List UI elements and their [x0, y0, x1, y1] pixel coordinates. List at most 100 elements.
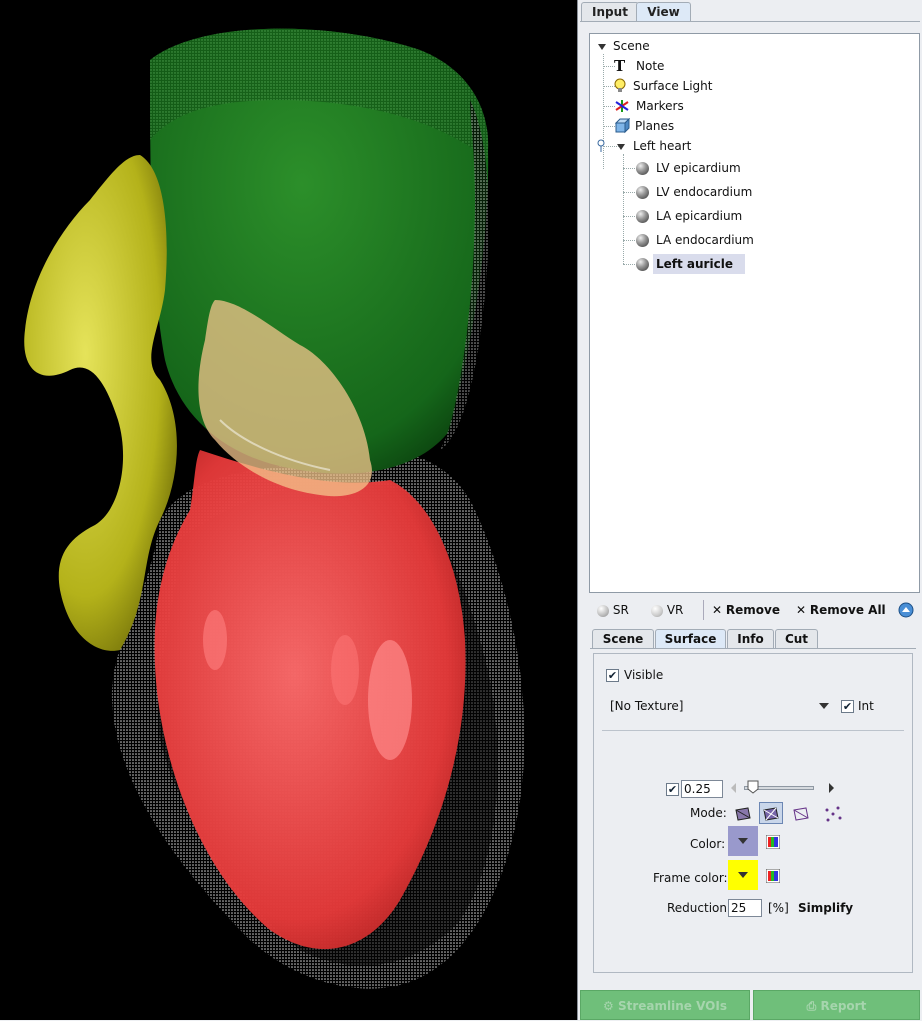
tree-node-label: Scene [613, 39, 650, 53]
tree-toolbar: SR VR ✕ Remove ✕ Remove All [589, 598, 920, 622]
tree-guide [623, 192, 635, 193]
color-label: Color: [690, 837, 726, 851]
mode-shaded-icon[interactable] [733, 805, 753, 823]
slider-thumb[interactable] [747, 780, 759, 794]
tree-guide [623, 240, 635, 241]
simplify-button[interactable]: Simplify [798, 901, 853, 915]
mode-wireframe-icon[interactable] [791, 805, 811, 823]
scene-tree[interactable]: Scene T Note Surface Light Markers Plane… [589, 33, 920, 593]
toolbar-separator [703, 600, 704, 620]
tab-surface[interactable]: Surface [655, 629, 726, 648]
tree-node-lv-epicardium[interactable]: LV epicardium [653, 158, 744, 178]
opacity-checkbox[interactable]: ✔ [666, 783, 679, 796]
surface-object-icon [636, 186, 649, 199]
tree-node-label: Note [636, 59, 665, 73]
int-checkbox[interactable]: ✔ [841, 700, 854, 713]
tree-node-label: Planes [635, 119, 675, 133]
mode-points-icon[interactable] [823, 805, 843, 823]
tree-node-label: LV epicardium [656, 161, 741, 175]
chevron-down-icon [738, 872, 748, 878]
expand-left-heart-icon[interactable] [617, 144, 625, 150]
reduction-label: Reduction [667, 901, 727, 915]
tree-guide [623, 264, 635, 265]
subtab-divider [590, 648, 916, 649]
reduction-field[interactable]: 25 [728, 899, 762, 917]
tree-node-label: Surface Light [633, 79, 713, 93]
chevron-down-icon[interactable] [819, 703, 829, 709]
surface-object-icon [636, 162, 649, 175]
slider-left-icon[interactable] [731, 783, 736, 793]
reduction-unit: [%] [768, 901, 789, 915]
collapse-up-icon[interactable] [898, 602, 914, 618]
light-bulb-icon [614, 78, 626, 92]
tree-node-planes[interactable]: Planes [632, 116, 677, 136]
chevron-down-icon [738, 838, 748, 844]
frame-color-picker[interactable] [728, 860, 758, 890]
visible-label: Visible [624, 668, 664, 682]
tree-node-markers[interactable]: Markers [633, 96, 687, 116]
visible-checkbox[interactable]: ✔ [606, 669, 619, 682]
remove-label: Remove [725, 603, 780, 617]
surface-render-icon [597, 604, 609, 617]
rgb-palette-icon[interactable] [766, 835, 780, 849]
tab-view[interactable]: View [636, 2, 691, 21]
close-all-icon: ✕ [796, 603, 807, 617]
streamline-label: Streamline VOIs [617, 999, 727, 1013]
tree-guide [623, 216, 635, 217]
sr-label: SR [612, 603, 629, 617]
planes-icon [614, 118, 630, 134]
slider-right-icon[interactable] [829, 783, 834, 793]
pin-icon [597, 139, 605, 152]
tree-node-left-auricle[interactable]: Left auricle [653, 254, 745, 274]
tree-node-label: LA epicardium [656, 209, 743, 223]
streamline-vois-button[interactable]: ⚙ Streamline VOIs [580, 990, 750, 1020]
report-button[interactable]: ⎙ Report [753, 990, 920, 1020]
tree-guide [623, 154, 624, 264]
surface-properties-panel: ✔ Visible [No Texture] ✔ Int ✔ 0.25 Mode… [593, 653, 913, 973]
rgb-palette-icon[interactable] [766, 869, 780, 883]
tree-node-la-epicardium[interactable]: LA epicardium [653, 206, 745, 226]
3d-viewport[interactable] [0, 0, 577, 1020]
tree-node-la-endocardium[interactable]: LA endocardium [653, 230, 757, 250]
text-icon: T [614, 57, 626, 75]
color-picker[interactable] [728, 826, 758, 856]
vr-label: VR [666, 603, 684, 617]
tree-node-label: LA endocardium [656, 233, 754, 247]
gear-icon: ⚙ [603, 999, 614, 1013]
opacity-field[interactable]: 0.25 [681, 780, 723, 798]
tab-input[interactable]: Input [581, 2, 639, 21]
tree-node-label: Left heart [633, 139, 692, 153]
texture-select[interactable]: [No Texture] [610, 699, 683, 713]
tree-node-left-heart[interactable]: Left heart [630, 136, 694, 156]
mode-shaded-wire-icon[interactable] [761, 805, 781, 823]
remove-all-button[interactable]: ✕ Remove All [796, 598, 886, 622]
tab-divider [580, 21, 920, 22]
tree-node-label: Markers [636, 99, 684, 113]
surface-object-icon [636, 210, 649, 223]
tab-cut[interactable]: Cut [775, 629, 818, 648]
sr-button[interactable]: SR [597, 598, 629, 622]
control-panel: Input View Scene T Note Surface Light Ma… [578, 0, 922, 1020]
surface-object-icon [636, 258, 649, 271]
heart-rendering [24, 28, 525, 989]
tab-scene[interactable]: Scene [592, 629, 654, 648]
tree-node-label: LV endocardium [656, 185, 753, 199]
remove-all-label: Remove All [809, 603, 886, 617]
expand-scene-icon[interactable] [598, 44, 606, 50]
volume-render-icon [651, 604, 663, 617]
tree-node-lv-endocardium[interactable]: LV endocardium [653, 182, 755, 202]
report-label: Report [820, 999, 867, 1013]
remove-button[interactable]: ✕ Remove [712, 598, 780, 622]
tree-guide [623, 168, 635, 169]
markers-icon [615, 100, 629, 112]
tree-node-label: Left auricle [653, 254, 745, 274]
vr-button[interactable]: VR [651, 598, 683, 622]
tree-node-note[interactable]: Note [633, 56, 667, 76]
tree-node-surface-light[interactable]: Surface Light [630, 76, 715, 96]
close-icon: ✕ [712, 603, 723, 617]
printer-icon: ⎙ [806, 999, 817, 1013]
divider [602, 730, 904, 731]
frame-color-label: Frame color: [653, 871, 728, 885]
tree-node-scene[interactable]: Scene [610, 36, 653, 56]
tab-info[interactable]: Info [727, 629, 774, 648]
